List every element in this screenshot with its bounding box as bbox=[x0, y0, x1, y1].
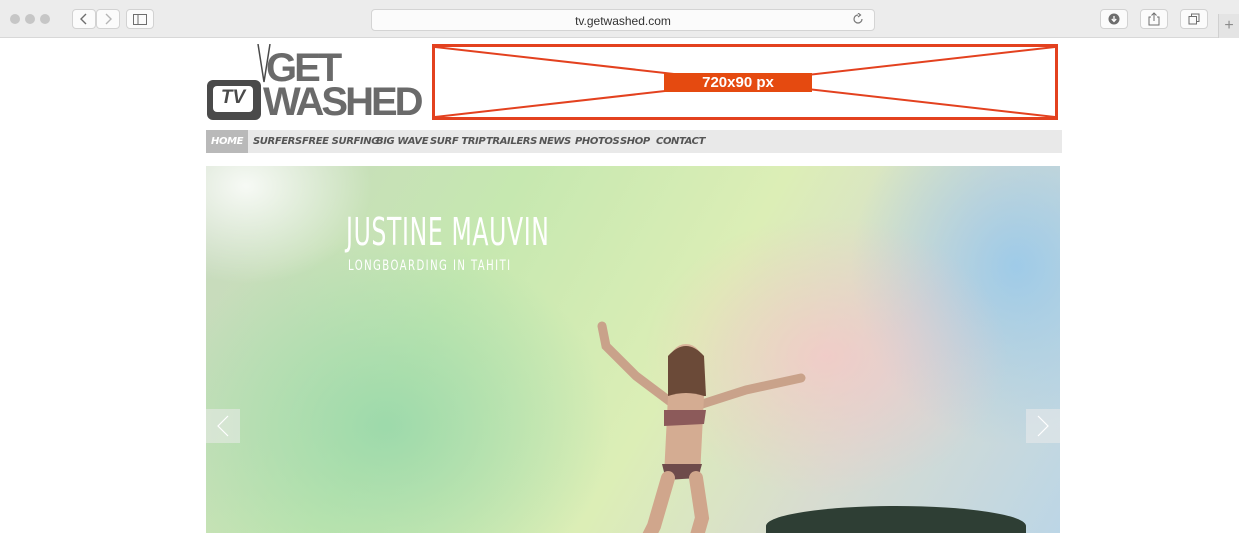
share-icon bbox=[1148, 12, 1160, 26]
slider-next-button[interactable] bbox=[1026, 409, 1060, 443]
hero-subtitle: LONGBOARDING IN TAHITI bbox=[348, 258, 512, 274]
surfer-image bbox=[597, 321, 806, 533]
chevron-left-icon bbox=[217, 415, 229, 437]
nav-item-surfers[interactable]: SURFERS bbox=[253, 130, 302, 153]
nav-item-home[interactable]: HOME bbox=[206, 130, 249, 153]
nav-item-news[interactable]: NEWS bbox=[539, 130, 571, 153]
main-nav: HOME SURFERS FREE SURFING BIG WAVE SURF … bbox=[206, 130, 1062, 153]
nav-item-shop[interactable]: SHOP bbox=[620, 130, 650, 153]
download-button[interactable] bbox=[1100, 9, 1128, 29]
new-tab-button[interactable]: + bbox=[1218, 14, 1239, 38]
reload-icon[interactable] bbox=[852, 12, 864, 28]
site-logo[interactable]: TV GET WASHED bbox=[205, 44, 427, 124]
forward-button[interactable] bbox=[96, 9, 120, 29]
sidebar-icon bbox=[133, 13, 147, 25]
nav-item-free-surfing[interactable]: FREE SURFING bbox=[302, 130, 379, 153]
back-button[interactable] bbox=[72, 9, 96, 29]
browser-toolbar: tv.getwashed.com + bbox=[0, 0, 1239, 38]
logo-text-washed: WASHED bbox=[263, 80, 424, 124]
window-minimize-button[interactable] bbox=[25, 14, 35, 24]
tabs-icon bbox=[1188, 13, 1200, 25]
tabs-button[interactable] bbox=[1180, 9, 1208, 29]
hero-title: JUSTINE MAUVIN bbox=[346, 210, 550, 254]
address-bar[interactable]: tv.getwashed.com bbox=[371, 9, 875, 31]
logo-tv-text: TV bbox=[220, 87, 246, 108]
slider-prev-button[interactable] bbox=[206, 409, 240, 443]
nav-item-big-wave[interactable]: BIG WAVE bbox=[376, 130, 429, 153]
download-icon bbox=[1108, 13, 1120, 25]
nav-item-surf-trip[interactable]: SURF TRIP bbox=[430, 130, 486, 153]
web-page: TV GET WASHED 720x90 px HOME SURFERS FRE… bbox=[0, 38, 1239, 533]
share-button[interactable] bbox=[1140, 9, 1168, 29]
nav-item-contact[interactable]: CONTACT bbox=[656, 130, 705, 153]
nav-item-photos[interactable]: PHOTOS bbox=[575, 130, 620, 153]
chevron-right-icon bbox=[1037, 415, 1049, 437]
chevron-right-icon bbox=[105, 13, 112, 25]
tv-icon: TV bbox=[207, 80, 261, 120]
url-text: tv.getwashed.com bbox=[575, 14, 671, 28]
ad-banner[interactable]: 720x90 px bbox=[432, 44, 1058, 120]
nav-item-trailers[interactable]: TRAILERS bbox=[486, 130, 537, 153]
window-zoom-button[interactable] bbox=[40, 14, 50, 24]
sidebar-button[interactable] bbox=[126, 9, 154, 29]
ad-size-label: 720x90 px bbox=[664, 73, 812, 92]
window-close-button[interactable] bbox=[10, 14, 20, 24]
hero-slider[interactable]: JUSTINE MAUVIN LONGBOARDING IN TAHITI bbox=[206, 166, 1060, 533]
chevron-left-icon bbox=[80, 13, 87, 25]
